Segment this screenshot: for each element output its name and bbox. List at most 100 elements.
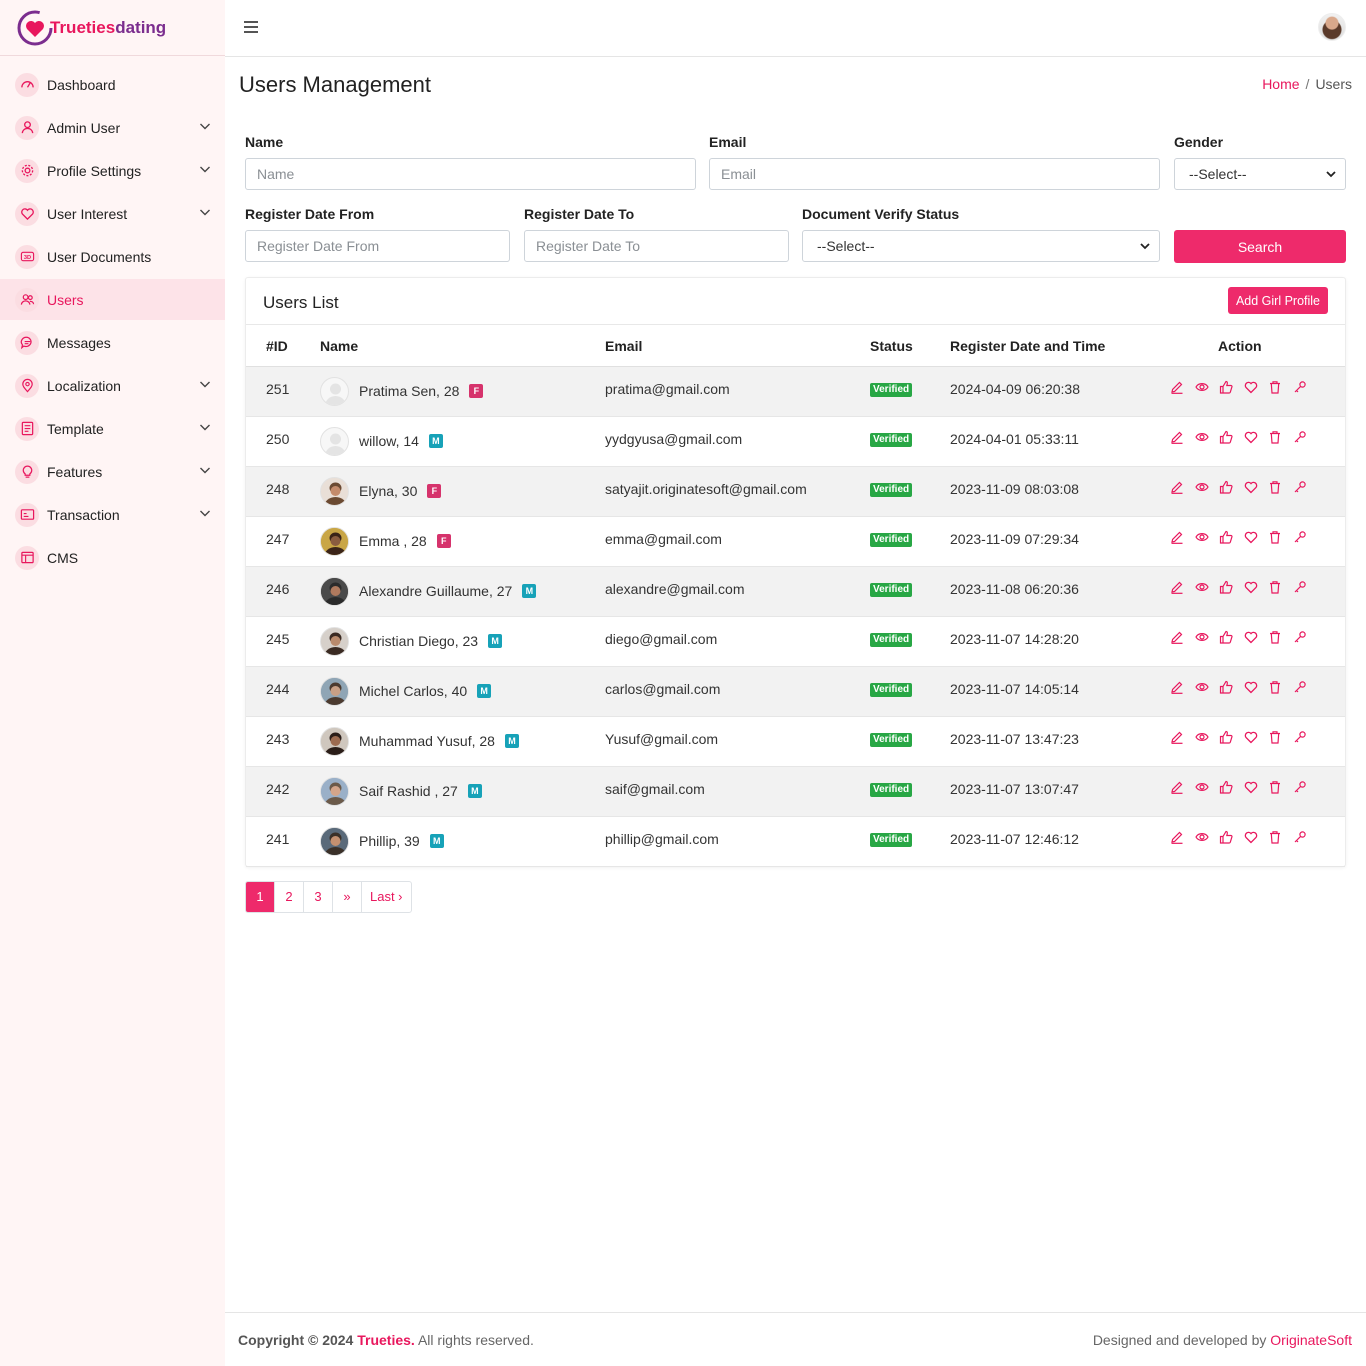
like-thumb-icon[interactable] [1219, 680, 1233, 694]
edit-icon[interactable] [1170, 630, 1184, 644]
delete-trash-icon[interactable] [1268, 580, 1282, 594]
key-icon[interactable] [1293, 730, 1307, 744]
user-name[interactable]: Pratima Sen, 28 F [359, 383, 484, 399]
sidebar-item-dashboard[interactable]: Dashboard [0, 64, 225, 105]
sidebar-item-features[interactable]: Features [0, 451, 225, 492]
key-icon[interactable] [1293, 530, 1307, 544]
view-eye-icon[interactable] [1194, 480, 1209, 494]
key-icon[interactable] [1293, 780, 1307, 794]
sidebar-item-profile-settings[interactable]: Profile Settings [0, 150, 225, 191]
key-icon[interactable] [1293, 430, 1307, 444]
key-icon[interactable] [1293, 830, 1307, 844]
delete-trash-icon[interactable] [1268, 530, 1282, 544]
footer-brand-link[interactable]: Trueties. [357, 1332, 415, 1348]
delete-trash-icon[interactable] [1268, 780, 1282, 794]
delete-trash-icon[interactable] [1268, 830, 1282, 844]
register-from-input[interactable] [245, 230, 510, 262]
sidebar-item-template[interactable]: Template [0, 408, 225, 449]
page-link[interactable]: 2 [275, 882, 304, 912]
doc-status-select[interactable]: --Select-- [802, 230, 1160, 262]
like-thumb-icon[interactable] [1219, 580, 1233, 594]
favorite-heart-icon[interactable] [1244, 630, 1258, 644]
user-name[interactable]: Phillip, 39 M [359, 833, 444, 849]
sidebar-item-users[interactable]: Users [0, 279, 225, 320]
search-button[interactable]: Search [1174, 230, 1346, 263]
user-name[interactable]: Elyna, 30 F [359, 483, 442, 499]
page-link[interactable]: » [333, 882, 362, 912]
menu-toggle-icon[interactable] [244, 20, 258, 34]
like-thumb-icon[interactable] [1219, 630, 1233, 644]
user-name[interactable]: Christian Diego, 23 M [359, 633, 503, 649]
favorite-heart-icon[interactable] [1244, 480, 1258, 494]
user-name[interactable]: Michel Carlos, 40 M [359, 683, 492, 699]
delete-trash-icon[interactable] [1268, 630, 1282, 644]
edit-icon[interactable] [1170, 430, 1184, 444]
favorite-heart-icon[interactable] [1244, 530, 1258, 544]
sidebar-item-messages[interactable]: Messages [0, 322, 225, 363]
key-icon[interactable] [1293, 480, 1307, 494]
key-icon[interactable] [1293, 380, 1307, 394]
delete-trash-icon[interactable] [1268, 680, 1282, 694]
name-filter-input[interactable] [245, 158, 696, 190]
sidebar-item-user-documents[interactable]: 3D User Documents [0, 236, 225, 277]
page-link[interactable]: 1 [246, 882, 275, 912]
favorite-heart-icon[interactable] [1244, 830, 1258, 844]
user-name[interactable]: willow, 14 M [359, 433, 443, 449]
sidebar-item-admin-user[interactable]: Admin User [0, 107, 225, 148]
sidebar-item-localization[interactable]: Localization [0, 365, 225, 406]
delete-trash-icon[interactable] [1268, 430, 1282, 444]
favorite-heart-icon[interactable] [1244, 380, 1258, 394]
view-eye-icon[interactable] [1194, 580, 1209, 594]
edit-icon[interactable] [1170, 780, 1184, 794]
view-eye-icon[interactable] [1194, 530, 1209, 544]
register-to-input[interactable] [524, 230, 789, 262]
edit-icon[interactable] [1170, 580, 1184, 594]
key-icon[interactable] [1293, 680, 1307, 694]
delete-trash-icon[interactable] [1268, 730, 1282, 744]
edit-icon[interactable] [1170, 830, 1184, 844]
sidebar-item-user-interest[interactable]: User Interest [0, 193, 225, 234]
edit-icon[interactable] [1170, 730, 1184, 744]
view-eye-icon[interactable] [1194, 780, 1209, 794]
view-eye-icon[interactable] [1194, 430, 1209, 444]
edit-icon[interactable] [1170, 380, 1184, 394]
user-name[interactable]: Saif Rashid , 27 M [359, 783, 482, 799]
profile-avatar[interactable] [1318, 13, 1346, 41]
view-eye-icon[interactable] [1194, 380, 1209, 394]
delete-trash-icon[interactable] [1268, 480, 1282, 494]
view-eye-icon[interactable] [1194, 730, 1209, 744]
favorite-heart-icon[interactable] [1244, 730, 1258, 744]
view-eye-icon[interactable] [1194, 830, 1209, 844]
edit-icon[interactable] [1170, 480, 1184, 494]
page-link[interactable]: Last › [362, 882, 411, 912]
like-thumb-icon[interactable] [1219, 830, 1233, 844]
key-icon[interactable] [1293, 630, 1307, 644]
like-thumb-icon[interactable] [1219, 480, 1233, 494]
user-name[interactable]: Muhammad Yusuf, 28 M [359, 733, 519, 749]
sidebar-item-transaction[interactable]: Transaction [0, 494, 225, 535]
like-thumb-icon[interactable] [1219, 530, 1233, 544]
brand-logo[interactable]: Truetiesdating [0, 0, 225, 56]
sidebar-item-cms[interactable]: CMS [0, 537, 225, 578]
key-icon[interactable] [1293, 580, 1307, 594]
edit-icon[interactable] [1170, 530, 1184, 544]
user-name[interactable]: Alexandre Guillaume, 27 M [359, 583, 537, 599]
view-eye-icon[interactable] [1194, 680, 1209, 694]
delete-trash-icon[interactable] [1268, 380, 1282, 394]
like-thumb-icon[interactable] [1219, 730, 1233, 744]
breadcrumb-home-link[interactable]: Home [1262, 76, 1299, 92]
gender-select[interactable]: --Select-- [1174, 158, 1346, 190]
like-thumb-icon[interactable] [1219, 430, 1233, 444]
like-thumb-icon[interactable] [1219, 380, 1233, 394]
edit-icon[interactable] [1170, 680, 1184, 694]
page-link[interactable]: 3 [304, 882, 333, 912]
favorite-heart-icon[interactable] [1244, 780, 1258, 794]
favorite-heart-icon[interactable] [1244, 680, 1258, 694]
originatesoft-link[interactable]: OriginateSoft [1270, 1332, 1352, 1348]
view-eye-icon[interactable] [1194, 630, 1209, 644]
add-girl-profile-button[interactable]: Add Girl Profile [1227, 287, 1328, 314]
favorite-heart-icon[interactable] [1244, 580, 1258, 594]
email-filter-input[interactable] [709, 158, 1160, 190]
favorite-heart-icon[interactable] [1244, 430, 1258, 444]
user-name[interactable]: Emma , 28 F [359, 533, 451, 549]
